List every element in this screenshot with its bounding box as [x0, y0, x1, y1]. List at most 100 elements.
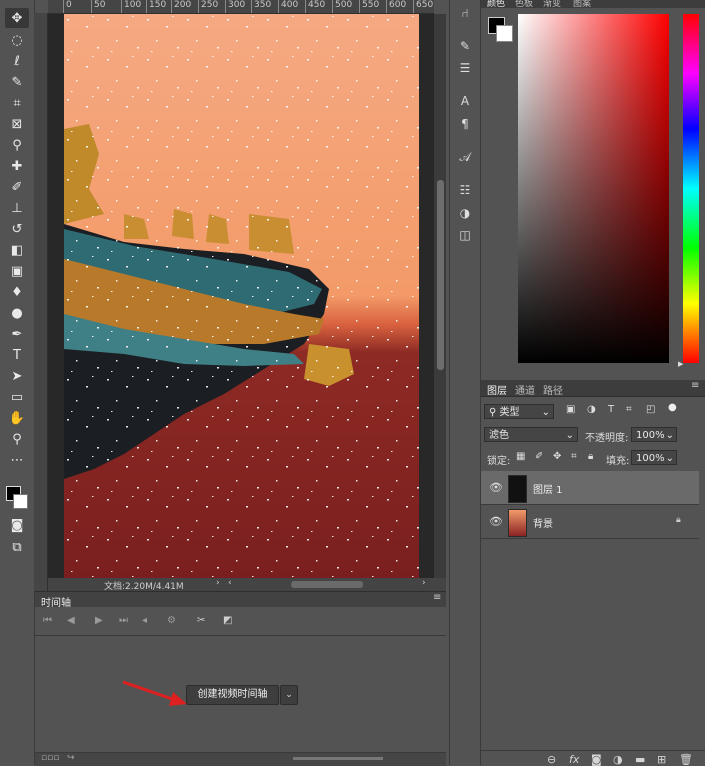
healing-icon[interactable]: ✚ [5, 156, 29, 176]
crop-icon[interactable]: ⌗ [5, 93, 29, 113]
hue-slider-marker-icon[interactable]: ▶ [678, 360, 683, 368]
horizontal-scrollbar-thumb[interactable] [291, 581, 363, 588]
tab-color[interactable]: 颜色 [487, 0, 505, 8]
color-panel-tabs: 颜色 色板 渐变 图案 [481, 0, 705, 8]
audio-icon[interactable]: ◂ [142, 615, 147, 626]
eraser-icon[interactable]: ◧ [5, 240, 29, 260]
adjust-icon[interactable]: ☰ [457, 60, 473, 76]
libraries-panel-icon[interactable]: ◫ [457, 227, 473, 243]
first-frame-icon[interactable]: ⏮ [43, 615, 52, 626]
lock-all-icon[interactable]: 🔒︎ [588, 451, 593, 462]
lock-transparent-icon[interactable]: ▦ [516, 451, 525, 462]
brush-icon[interactable]: ✐ [5, 177, 29, 197]
tab-layers[interactable]: 图层 [487, 382, 507, 397]
path-select-icon[interactable]: ➤ [5, 366, 29, 386]
split-scissors-icon[interactable]: ✂ [197, 615, 205, 626]
status-bar: 文档:2.20M/4.41M › ‹ › [48, 578, 446, 592]
filter-pixel-icon[interactable]: ▣ [566, 404, 575, 415]
gradient-icon[interactable]: ▣ [5, 261, 29, 281]
add-mask-icon[interactable]: ◙ [591, 753, 602, 766]
link-layers-icon[interactable]: ⊖ [547, 753, 556, 766]
layer-row[interactable]: 👁︎ 背景 🔒︎ [481, 505, 699, 539]
create-video-timeline-button[interactable]: 创建视频时间轴 [186, 685, 279, 705]
layer-style-fx-icon[interactable]: fx [569, 753, 579, 766]
panel-menu-icon[interactable]: ≡ [433, 592, 441, 603]
lock-image-icon[interactable]: ✐ [535, 451, 543, 462]
next-frame-icon[interactable]: ⏭ [119, 615, 128, 626]
hue-slider[interactable] [683, 14, 699, 363]
zoom-icon[interactable]: ⚲ [5, 429, 29, 449]
settings-gear-icon[interactable]: ⚙ [167, 615, 176, 626]
filter-smart-object-icon[interactable]: ◰ [646, 404, 655, 415]
filter-adjustment-icon[interactable]: ◑ [587, 404, 596, 415]
filter-type-icon[interactable]: T [608, 404, 614, 415]
blend-mode-select[interactable]: 滤色 ⌄ [484, 427, 578, 442]
filter-toggle-icon[interactable]: ● [668, 402, 677, 413]
new-group-icon[interactable]: ▬ [635, 753, 645, 766]
scroll-right-icon[interactable]: › [422, 578, 426, 588]
tab-paths[interactable]: 路径 [543, 382, 563, 397]
search-icon: ⚲ [489, 407, 497, 418]
layers-panel-menu-icon[interactable]: ≡ [691, 380, 699, 391]
glyphs-panel-icon[interactable]: 𝒜 [457, 149, 473, 165]
tab-patterns[interactable]: 图案 [573, 0, 591, 8]
zoom-slider[interactable] [293, 757, 383, 760]
layer-name[interactable]: 图层 1 [533, 481, 563, 496]
frame-icon[interactable]: ⊠ [5, 114, 29, 134]
pen-icon[interactable]: ✒ [5, 324, 29, 344]
background-color-swatch[interactable] [13, 494, 28, 509]
layer-name[interactable]: 背景 [533, 515, 553, 530]
tab-swatches[interactable]: 色板 [515, 0, 533, 8]
visibility-eye-icon[interactable]: 👁︎ [489, 515, 503, 528]
tab-gradients[interactable]: 渐变 [543, 0, 561, 8]
delete-layer-icon[interactable]: 🗑︎ [679, 753, 693, 766]
layer-row[interactable]: 👁︎ 图层 1 [481, 471, 699, 505]
scroll-left-icon[interactable]: ‹ [228, 578, 232, 588]
color-panel-background-swatch[interactable] [496, 25, 513, 42]
ruler-tick: 0 [63, 0, 72, 13]
blur-icon[interactable]: ♦ [5, 282, 29, 302]
move-icon[interactable]: ✥ [5, 8, 29, 28]
stamp-icon[interactable]: ⊥ [5, 198, 29, 218]
dodge-icon[interactable]: ● [5, 303, 29, 323]
visibility-eye-icon[interactable]: 👁︎ [489, 481, 503, 494]
marquee-icon[interactable]: ◌ [5, 30, 29, 50]
styles-panel-icon[interactable]: ◑ [457, 205, 473, 221]
brush-settings-icon[interactable]: ✎ [457, 38, 473, 54]
opacity-field[interactable]: 100% ⌄ [631, 427, 677, 442]
quick-select-icon[interactable]: ✎ [5, 72, 29, 92]
history-panel-icon[interactable]: ⑁ [457, 5, 473, 21]
layer-filter-select[interactable]: ⚲ 类型 ⌄ [484, 404, 554, 419]
play-icon[interactable]: ▶ [95, 615, 103, 626]
adjustments-panel-icon[interactable]: ☷ [457, 182, 473, 198]
previous-frame-icon[interactable]: ◀ [67, 615, 75, 626]
filter-shape-icon[interactable]: ⌗ [626, 404, 632, 415]
screen-mode-icon[interactable]: ⧉ [5, 537, 29, 557]
lock-label: 锁定: [487, 456, 511, 467]
scrollbar-thumb[interactable] [437, 180, 444, 370]
create-timeline-dropdown-chevron-icon[interactable]: ⌄ [280, 685, 298, 705]
rectangle-icon[interactable]: ▭ [5, 387, 29, 407]
eyedropper-icon[interactable]: ⚲ [5, 135, 29, 155]
status-arrow-icon[interactable]: › [216, 578, 220, 588]
adjustment-layer-icon[interactable]: ◑ [613, 753, 623, 766]
lasso-icon[interactable]: ℓ [5, 51, 29, 71]
hand-icon[interactable]: ✋ [5, 408, 29, 428]
tab-channels[interactable]: 通道 [515, 382, 535, 397]
more-icon[interactable]: ⋯ [5, 450, 29, 470]
paragraph-panel-icon[interactable]: ¶ [457, 116, 473, 132]
render-icon[interactable]: ▫▫▫ [41, 753, 59, 763]
character-panel-icon[interactable]: A [457, 93, 473, 109]
document-image[interactable] [64, 14, 419, 578]
fill-field[interactable]: 100% ⌄ [631, 450, 677, 465]
layers-panel-tabs: 图层 通道 路径 ≡ [481, 380, 705, 397]
convert-icon[interactable]: ↪ [67, 753, 75, 763]
new-layer-icon[interactable]: ⊞ [657, 753, 666, 766]
color-picker-field[interactable] [518, 14, 669, 363]
quick-mask-icon[interactable]: ◙ [5, 515, 29, 535]
type-icon[interactable]: T [5, 345, 29, 365]
lock-position-icon[interactable]: ✥ [553, 451, 561, 462]
transition-icon[interactable]: ◩ [223, 615, 232, 626]
lock-artboard-icon[interactable]: ⌗ [571, 451, 577, 462]
history-brush-icon[interactable]: ↺ [5, 219, 29, 239]
